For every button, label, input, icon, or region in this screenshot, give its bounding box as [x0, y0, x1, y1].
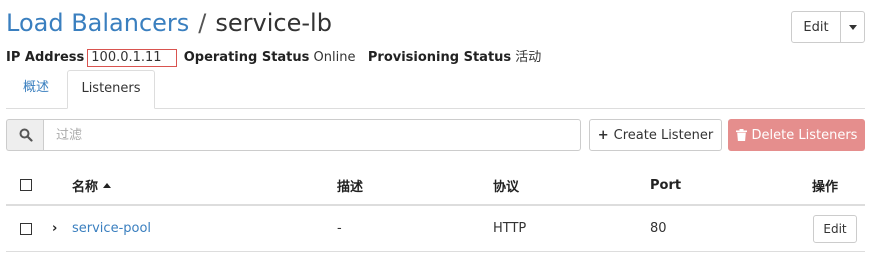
create-listener-button[interactable]: + Create Listener	[589, 119, 722, 151]
tab-overview[interactable]: 概述	[6, 70, 66, 108]
page-title: service-lb	[215, 9, 332, 37]
select-all-checkbox[interactable]	[20, 179, 32, 191]
column-header-actions: 操作	[812, 179, 839, 195]
column-header-port: Port	[650, 177, 682, 193]
edit-button[interactable]: Edit	[791, 11, 841, 43]
delete-listeners-button[interactable]: Delete Listeners	[728, 119, 865, 151]
chevron-right-icon: ›	[52, 221, 58, 236]
table-row: › service-pool - HTTP 80 Edit	[6, 206, 865, 252]
breadcrumb: Load Balancers / service-lb	[6, 6, 332, 40]
listener-name: service-pool	[72, 221, 152, 236]
column-header-protocol: 协议	[493, 179, 520, 195]
search-icon-glyph	[19, 128, 33, 142]
filter-input[interactable]	[43, 119, 581, 151]
row-checkbox[interactable]	[20, 222, 32, 235]
ip-address-label: IP Address	[6, 50, 85, 65]
sort-ascending-icon	[103, 182, 112, 188]
breadcrumb-separator: /	[198, 9, 207, 37]
search-icon[interactable]	[6, 119, 44, 151]
tab-bar: 概述 Listeners	[6, 70, 865, 109]
create-listener-label: Create Listener	[613, 127, 714, 143]
row-select-cell	[20, 206, 32, 251]
plus-icon: +	[597, 127, 609, 143]
select-all-cell	[20, 166, 32, 204]
column-header-description: 描述	[337, 179, 364, 195]
actions-dropdown-toggle[interactable]	[840, 11, 865, 43]
provisioning-status-value: 活动	[515, 50, 542, 65]
listener-description: -	[337, 221, 342, 236]
column-header-name[interactable]: 名称	[72, 166, 112, 204]
operating-status-label: Operating Status	[183, 50, 310, 65]
row-actions-cell: Edit	[813, 206, 857, 251]
caret-down-icon	[848, 24, 857, 30]
breadcrumb-load-balancers-link[interactable]: Load Balancers	[6, 9, 189, 37]
table-header-row: 名称 描述 协议 Port 操作	[6, 166, 865, 206]
trash-icon	[735, 129, 747, 141]
expand-row-toggle[interactable]: ›	[52, 206, 57, 251]
ip-address-value: 100.0.1.11	[87, 49, 177, 67]
column-header-name-label: 名称	[72, 179, 99, 195]
provisioning-status-label: Provisioning Status	[367, 50, 512, 65]
operating-status-value: Online	[313, 50, 356, 65]
listener-protocol: HTTP	[493, 221, 527, 236]
row-edit-button[interactable]: Edit	[813, 214, 857, 243]
listener-name-link[interactable]: service-pool	[72, 206, 151, 251]
delete-listeners-label: Delete Listeners	[751, 127, 858, 143]
listener-port: 80	[650, 221, 667, 236]
tab-listeners[interactable]: Listeners	[67, 70, 155, 109]
detail-info-line: IP Address 100.0.1.11 Operating Status On…	[6, 48, 541, 68]
